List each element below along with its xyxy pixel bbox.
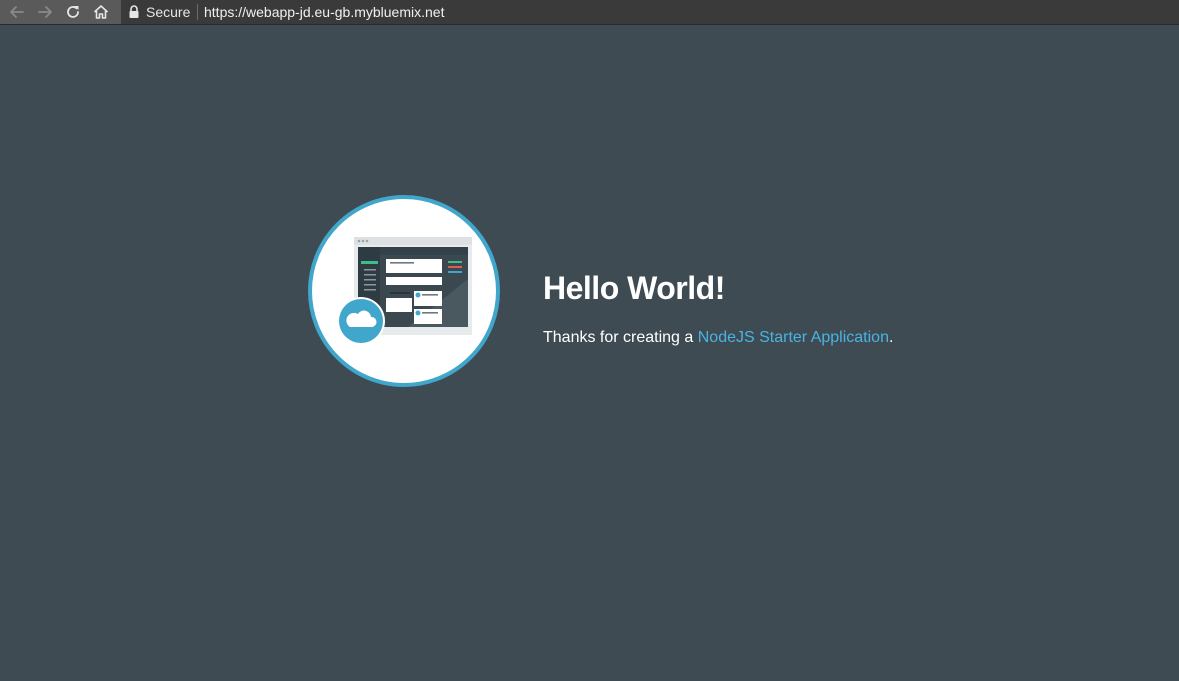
browser-toolbar: Secure https://webapp-jd.eu-gb.mybluemix… (0, 0, 1179, 25)
intro-prefix: Thanks for creating a (543, 329, 698, 346)
back-arrow-icon[interactable] (8, 3, 26, 21)
address-bar[interactable]: Secure https://webapp-jd.eu-gb.mybluemix… (121, 0, 1179, 24)
intro-suffix: . (888, 329, 894, 346)
app-illustration (308, 195, 500, 387)
lock-icon (128, 5, 140, 19)
nodejs-starter-link[interactable]: NodeJS Starter Application (698, 329, 889, 346)
intro-text: Thanks for creating a NodeJS Starter App… (543, 328, 893, 348)
url-text[interactable]: https://webapp-jd.eu-gb.mybluemix.net (204, 4, 444, 20)
page-heading: Hello World! (543, 270, 725, 306)
secure-label: Secure (146, 4, 191, 20)
address-separator (197, 4, 198, 20)
reload-icon[interactable] (64, 3, 82, 21)
forward-arrow-icon[interactable] (36, 3, 54, 21)
home-icon[interactable] (92, 3, 110, 21)
app-window-illustration (337, 237, 472, 345)
